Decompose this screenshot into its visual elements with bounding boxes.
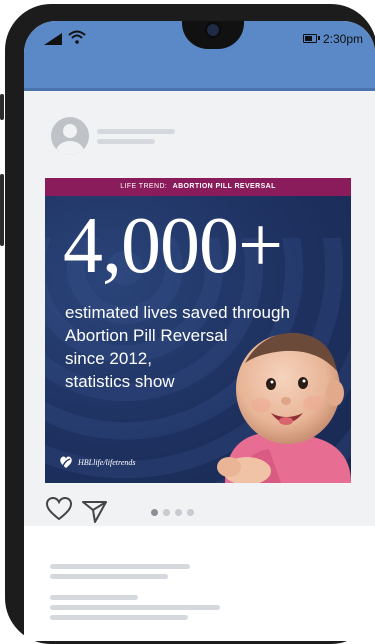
- carousel-dot-1[interactable]: [151, 509, 158, 516]
- post-banner: LIFE TREND: ABORTION PILL REVERSAL: [45, 178, 351, 196]
- post-image[interactable]: LIFE TREND: ABORTION PILL REVERSAL 4,000…: [45, 178, 351, 483]
- banner-highlight: ABORTION PILL REVERSAL: [172, 183, 276, 190]
- carousel-dot-2[interactable]: [163, 509, 170, 516]
- wifi-icon: [68, 30, 86, 44]
- status-bar: 2:30pm: [24, 21, 375, 91]
- comment-placeholder-1: [50, 595, 138, 600]
- banner-prefix: LIFE TREND:: [120, 183, 168, 190]
- carousel-indicator: [151, 509, 194, 516]
- carousel-dot-4[interactable]: [187, 509, 194, 516]
- camera-notch: [182, 21, 244, 49]
- battery-icon: [303, 34, 317, 43]
- avatar-body: [56, 141, 84, 155]
- status-time: 2:30pm: [322, 32, 363, 46]
- signal-icon: [44, 33, 62, 45]
- comment-placeholder-2: [50, 605, 220, 610]
- feed-lower-area: [24, 526, 375, 641]
- avatar[interactable]: [51, 117, 89, 155]
- comment-placeholder-3: [50, 615, 188, 620]
- carousel-dot-3[interactable]: [175, 509, 182, 516]
- baby-photo: [217, 332, 351, 483]
- heart-icon[interactable]: [45, 496, 73, 522]
- avatar-head: [63, 124, 77, 138]
- send-icon[interactable]: [81, 498, 109, 524]
- heart-logo-icon: [60, 456, 72, 468]
- caption-placeholder-2: [50, 574, 168, 579]
- brand-watermark: HBLlife/lifetrends: [59, 455, 135, 469]
- side-button-silent: [0, 94, 4, 120]
- headline-number: 4,000+: [63, 202, 283, 290]
- front-camera: [207, 24, 219, 36]
- username-placeholder: [97, 129, 175, 134]
- brand-text: HBLlife/lifetrends: [78, 457, 136, 467]
- subtitle-placeholder: [97, 139, 155, 144]
- side-button-volume: [0, 174, 4, 246]
- phone-screen: 2:30pm LIFE TREND: ABORTION PILL REVERSA…: [24, 21, 375, 641]
- battery-tip: [318, 36, 320, 40]
- caption-placeholder-1: [50, 564, 190, 569]
- phone-frame: 2:30pm LIFE TREND: ABORTION PILL REVERSA…: [0, 4, 375, 644]
